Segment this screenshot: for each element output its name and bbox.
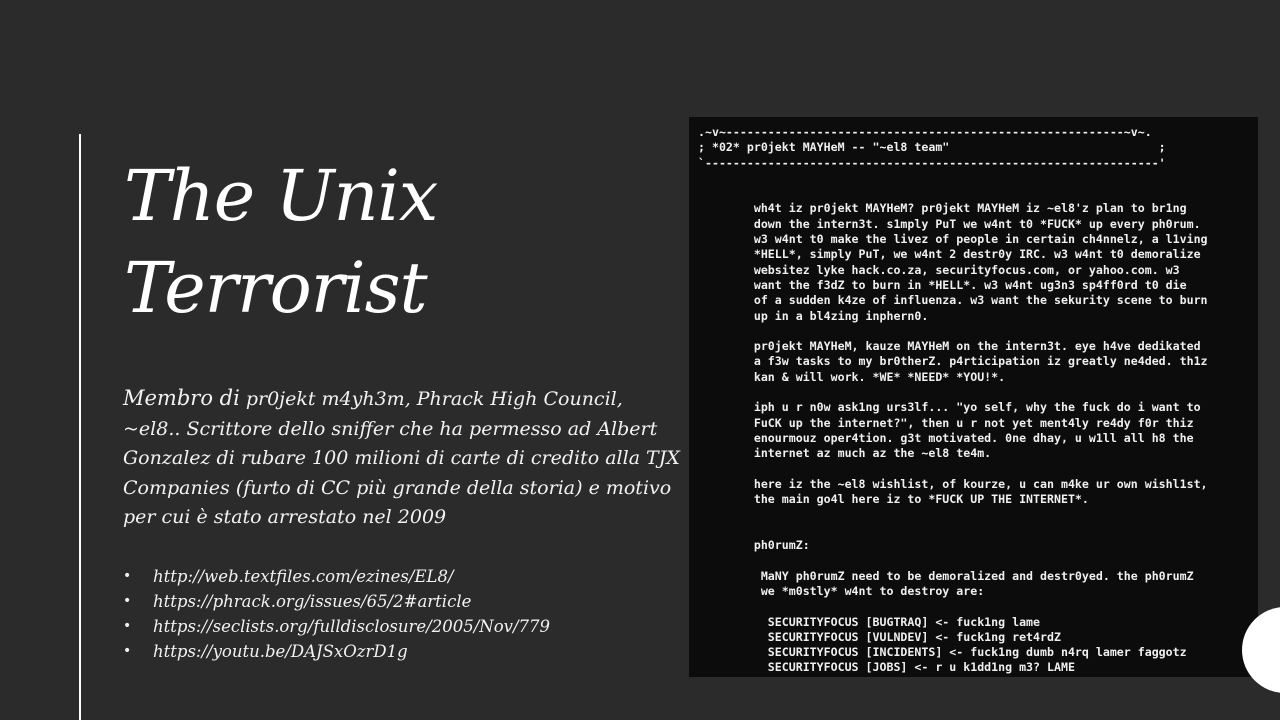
slide-description: Membro di pr0jekt m4yh3m, Phrack High Co… (123, 384, 683, 533)
vertical-accent-line (79, 134, 81, 720)
reference-link[interactable]: https://youtu.be/DAJSxOzrD1g (153, 642, 408, 661)
reference-link-item[interactable]: • https://phrack.org/issues/65/2#article (123, 589, 663, 614)
reference-link-item[interactable]: • http://web.textfiles.com/ezines/EL8/ (123, 564, 663, 589)
reference-link[interactable]: https://phrack.org/issues/65/2#article (153, 592, 471, 611)
bullet-icon: • (123, 593, 132, 609)
reference-link-list: • http://web.textfiles.com/ezines/EL8/ • h… (123, 564, 663, 664)
title-line-1: The Unix (124, 155, 438, 237)
description-lead: Membro di (123, 386, 240, 410)
slide: The Unix Terrorist Membro di pr0jekt m4y… (0, 0, 1280, 720)
bullet-icon: • (123, 643, 132, 659)
bullet-icon: • (123, 618, 132, 634)
slide-title: The Unix Terrorist (124, 150, 644, 334)
title-line-2: Terrorist (124, 247, 428, 329)
reference-link[interactable]: http://web.textfiles.com/ezines/EL8/ (153, 567, 454, 586)
ezine-text: .~v~------------------------------------… (698, 125, 1208, 675)
reference-link[interactable]: https://seclists.org/fulldisclosure/2005… (153, 617, 550, 636)
reference-link-item[interactable]: • https://youtu.be/DAJSxOzrD1g (123, 639, 663, 664)
ezine-text-screenshot: .~v~------------------------------------… (689, 117, 1258, 677)
reference-link-item[interactable]: • https://seclists.org/fulldisclosure/200… (123, 614, 663, 639)
bullet-icon: • (123, 568, 132, 584)
